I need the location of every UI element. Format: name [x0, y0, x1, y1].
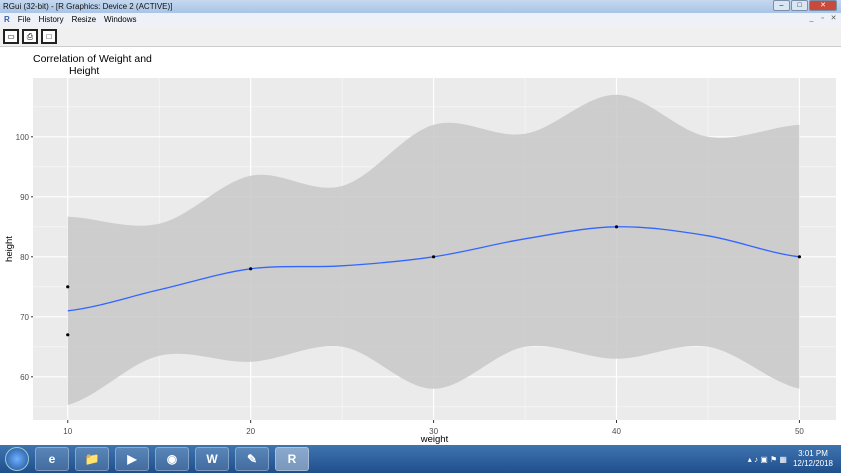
taskbar: e 📁 ▶ ◉ W ✎ R ▴ ♪ ▣ ⚑ ▦ 3:01 PM 12/12/20…: [0, 445, 841, 473]
taskbar-r[interactable]: R: [275, 447, 309, 471]
chart-title-line-1: Correlation of Weight and: [33, 53, 152, 65]
data-point: [797, 255, 802, 259]
menu-windows[interactable]: Windows: [104, 13, 136, 26]
taskbar-word[interactable]: W: [195, 447, 229, 471]
taskbar-media[interactable]: ▶: [115, 447, 149, 471]
y-tick-label: 70: [20, 313, 29, 322]
clock-date: 12/12/2018: [792, 459, 833, 468]
menu-history[interactable]: History: [39, 13, 64, 26]
child-restore-button[interactable]: ▫: [818, 14, 827, 24]
taskbar-chrome[interactable]: ◉: [155, 447, 189, 471]
menu-resize[interactable]: Resize: [72, 13, 96, 26]
copy-metafile-icon[interactable]: ▭: [3, 29, 19, 44]
taskbar-explorer[interactable]: 📁: [75, 447, 109, 471]
x-tick-label: 50: [795, 427, 804, 436]
plot-area: 10 20 30 40 5060708090100Correlation of Weig…: [4, 53, 836, 445]
x-tick-label: 20: [246, 427, 255, 436]
tray-icons[interactable]: ▴ ♪ ▣ ⚑ ▦: [748, 455, 787, 464]
y-tick-label: 90: [20, 193, 29, 202]
window-icon[interactable]: □: [41, 29, 57, 44]
data-point: [614, 225, 619, 229]
chart-title-line-2: Height: [69, 65, 99, 77]
data-point: [431, 255, 436, 259]
child-minimize-button[interactable]: _: [807, 14, 816, 24]
maximize-button[interactable]: □: [791, 0, 808, 11]
y-tick-label: 60: [20, 373, 29, 382]
window-title: RGui (32-bit) - [R Graphics: Device 2 (A…: [3, 2, 173, 11]
data-point: [66, 285, 70, 289]
toolbar: ▭ ⎙ □: [0, 26, 841, 47]
clock[interactable]: 3:01 PM 12/12/2018: [793, 449, 833, 469]
x-axis-label: weight: [420, 434, 449, 445]
print-icon[interactable]: ⎙: [22, 29, 38, 44]
y-axis-label: height: [4, 236, 15, 262]
y-tick-label: 100: [16, 133, 30, 142]
menu-file[interactable]: File: [18, 13, 31, 26]
taskbar-ie[interactable]: e: [35, 447, 69, 471]
data-point: [66, 333, 70, 337]
taskbar-paint[interactable]: ✎: [235, 447, 269, 471]
r-icon: R: [4, 15, 10, 24]
menu-bar: R File History Resize Windows _ ▫ ✕: [0, 13, 841, 26]
x-tick-label: 10: [63, 427, 72, 436]
minimize-button[interactable]: –: [773, 0, 790, 11]
y-tick-label: 80: [20, 253, 29, 262]
title-bar: RGui (32-bit) - [R Graphics: Device 2 (A…: [0, 0, 841, 13]
child-close-button[interactable]: ✕: [829, 14, 838, 24]
x-tick-label: 40: [612, 427, 621, 436]
system-tray: ▴ ♪ ▣ ⚑ ▦ 3:01 PM 12/12/2018: [748, 445, 833, 473]
close-button[interactable]: ✕: [809, 0, 837, 11]
start-button[interactable]: [5, 447, 29, 471]
clock-time: 3:01 PM: [798, 449, 828, 458]
data-point: [249, 267, 253, 271]
